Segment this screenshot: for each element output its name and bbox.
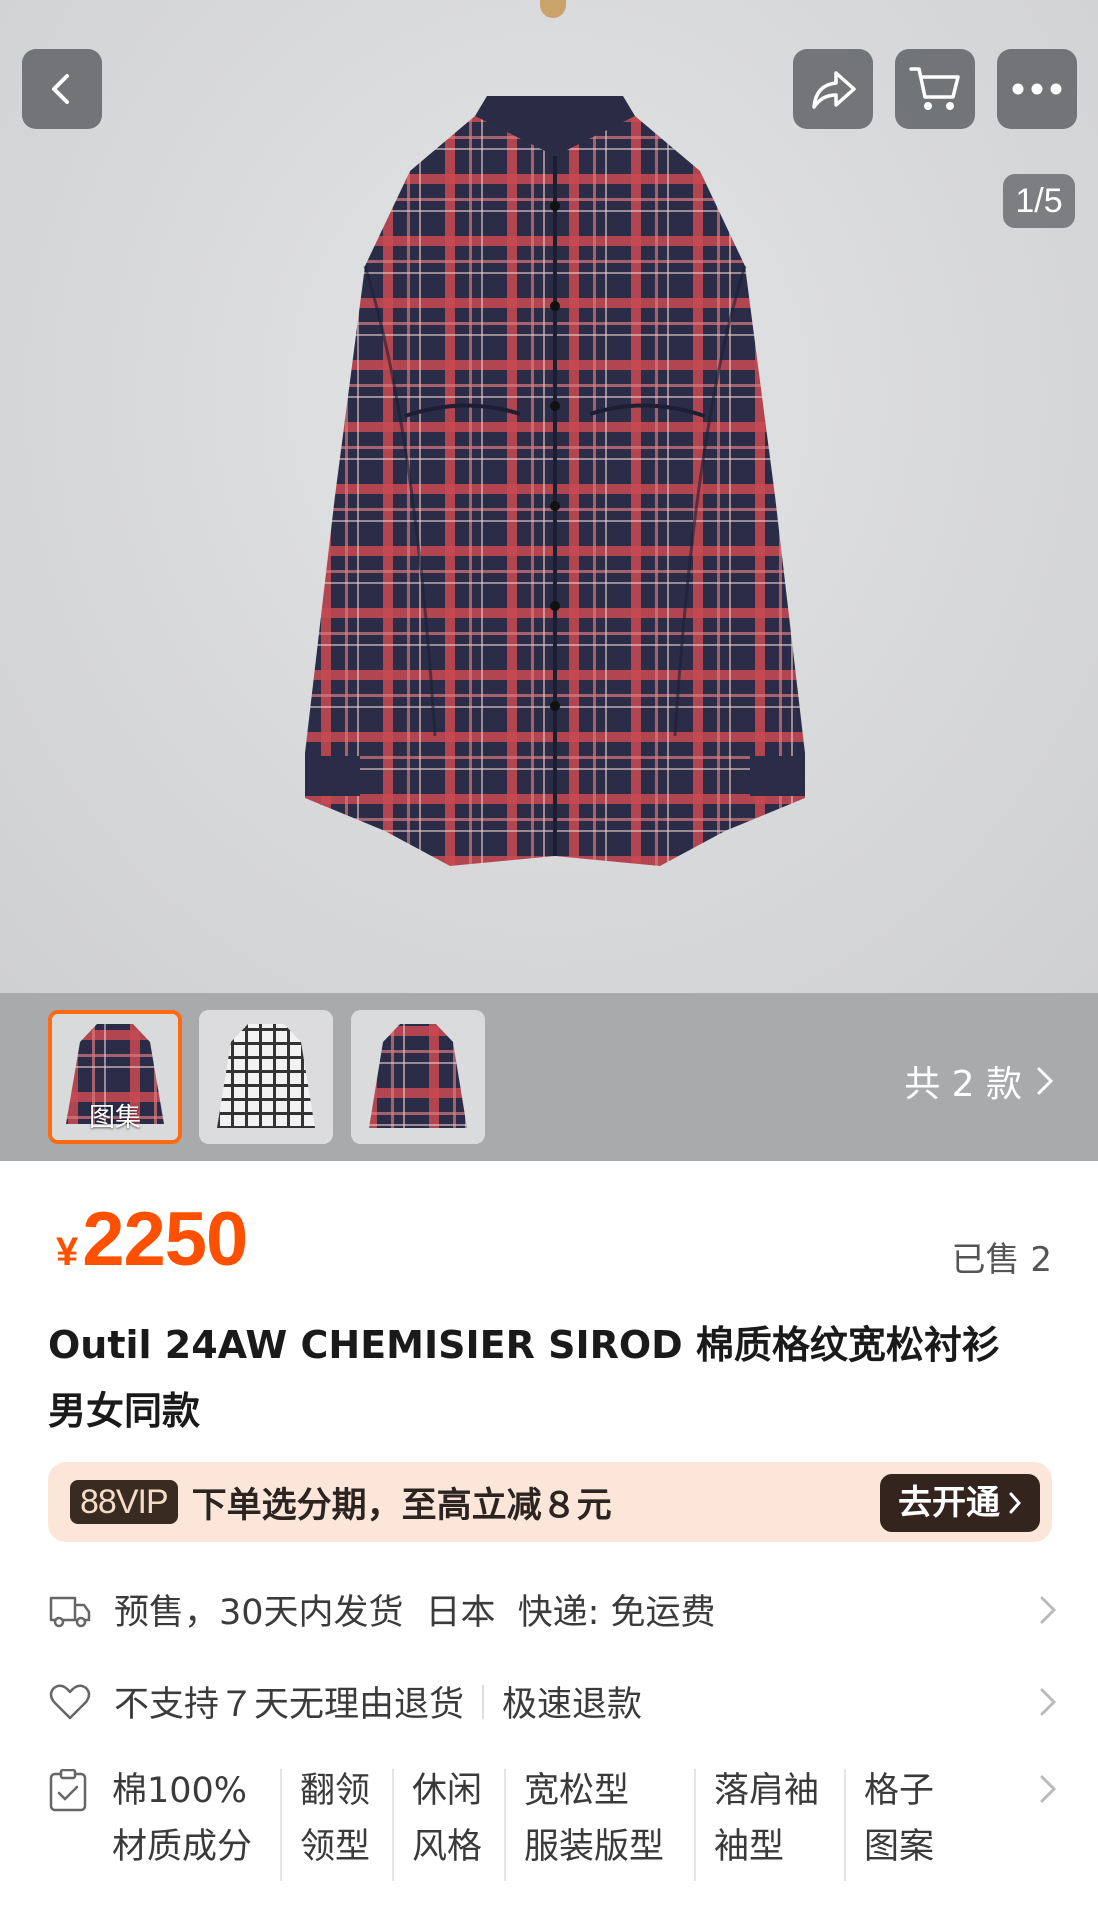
chevron-right-icon [1040,1775,1057,1803]
returns-row[interactable]: 不支持７天无理由退货 极速退款 [48,1676,1058,1727]
plaid-shirt-image [305,96,805,866]
more-button[interactable] [997,49,1077,129]
shipping-origin: 日本 [425,1593,496,1633]
attribute-value: 格子 [864,1771,935,1811]
vip-activate-label: 去开通 [898,1483,1000,1523]
attribute-key: 服装版型 [524,1827,665,1867]
attribute-sleeve: 落肩袖 袖型 [714,1765,819,1895]
vip-promo-text: 下单选分期，至高立减８元 [191,1485,612,1526]
attribute-key: 风格 [412,1827,483,1867]
cart-button[interactable] [895,49,975,129]
divider [482,1684,485,1719]
variants-label: 共 2 款 [904,1064,1022,1105]
chevron-right-icon [1037,1067,1054,1095]
thumb-gallery[interactable]: 图集 [48,1010,182,1144]
heart-icon [49,1684,91,1719]
attribute-fit: 宽松型 服装版型 [524,1765,664,1895]
divider [844,1769,846,1881]
title-line-2: 男女同款 [48,1389,201,1433]
returns-policy: 不支持７天无理由退货 [114,1685,465,1725]
attribute-key: 图案 [864,1827,935,1867]
vip-badge: 88VIP [70,1480,178,1524]
share-button[interactable] [793,49,873,129]
attribute-material: 棉100% 材质成分 [112,1765,252,1895]
back-icon [52,74,69,104]
divider [280,1769,282,1881]
returns-refund: 极速退款 [502,1685,643,1725]
image-counter: 1/5 [1003,174,1075,228]
back-button[interactable] [22,49,102,129]
attribute-value: 翻领 [300,1771,371,1811]
chevron-right-icon [1040,1596,1057,1623]
price-value: 2250 [82,1197,248,1282]
attribute-value: 棉100% [112,1771,248,1811]
product-hero-image[interactable]: 1/5 [0,0,1098,993]
shipping-presale: 预售，30天内发货 [114,1593,404,1633]
chevron-right-icon [1040,1688,1057,1715]
share-icon [812,71,856,109]
cart-icon [909,67,960,110]
divider [504,1769,506,1881]
price: ¥ 2250 [56,1196,248,1283]
attribute-value: 宽松型 [524,1771,630,1811]
thumb-white-plaid[interactable] [199,1010,333,1144]
thumb-red-plaid[interactable] [351,1010,485,1144]
sold-count: 已售 2 [951,1240,1052,1280]
attribute-style: 休闲 风格 [412,1765,482,1895]
variants-link[interactable]: 共 2 款 [904,1055,1054,1107]
divider [694,1769,696,1881]
attribute-value: 休闲 [412,1771,483,1811]
attribute-value: 落肩袖 [714,1771,820,1811]
attribute-key: 材质成分 [112,1827,253,1867]
title-line-1: Outil 24AW CHEMISIER SIROD 棉质格纹宽松衬衫 [48,1323,1000,1367]
vip-activate-button[interactable]: 去开通 [880,1474,1040,1532]
thumb-label: 图集 [88,1103,141,1133]
product-detail-page: 1/5 图集 共 2 款 ¥ 2250 已售 2 Outil 24AW CHEM… [0,0,1098,1920]
product-title: Outil 24AW CHEMISIER SIROD 棉质格纹宽松衬衫 男女同款 [48,1312,1058,1444]
divider [392,1769,394,1881]
attribute-key: 袖型 [714,1827,785,1867]
truck-icon [49,1596,91,1627]
chevron-right-icon [1009,1492,1022,1514]
hanger-hook [540,0,566,18]
vip-promo-bar[interactable]: 88VIP 下单选分期，至高立减８元 去开通 [48,1462,1052,1542]
attribute-collar: 翻领 领型 [300,1765,370,1895]
more-icon [1012,83,1062,95]
attributes-row[interactable]: 棉100% 材质成分 翻领 领型 休闲 风格 宽松型 服装版型 落肩袖 袖型 格… [48,1765,1058,1895]
attribute-key: 领型 [300,1827,371,1867]
thumb-image [199,1010,333,1144]
attribute-pattern: 格子 图案 [864,1765,934,1895]
shipping-row[interactable]: 预售，30天内发货 日本 快递: 免运费 [48,1584,1058,1635]
currency-symbol: ¥ [56,1230,79,1274]
clipboard-icon [49,1769,87,1812]
thumb-image [351,1010,485,1144]
shipping-delivery: 快递: 免运费 [517,1593,716,1633]
